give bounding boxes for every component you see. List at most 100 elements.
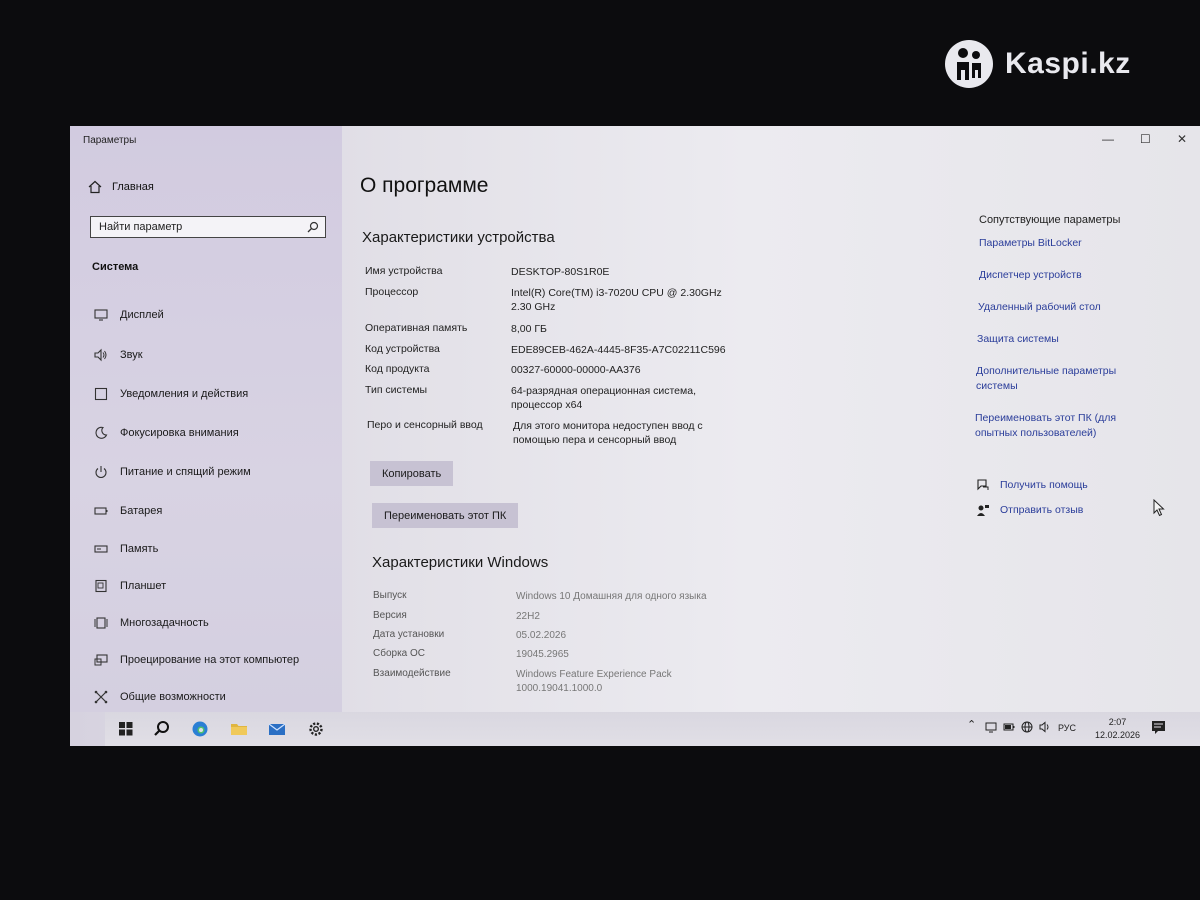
sidebar-item-display[interactable]: Дисплей xyxy=(94,308,164,322)
spec-value: Windows Feature Experience Pack 1000.190… xyxy=(516,669,672,694)
sidebar-item-label: Батарея xyxy=(120,505,163,517)
sidebar-item-label: Питание и спящий режим xyxy=(120,466,251,478)
sidebar-item-shared-experiences[interactable]: Общие возможности xyxy=(94,690,226,704)
sidebar-item-label: Планшет xyxy=(120,580,167,592)
mouse-cursor-icon xyxy=(1153,499,1165,517)
spec-label: Дата установки xyxy=(373,629,445,640)
link-system-protection[interactable]: Защита системы xyxy=(977,332,1147,347)
mail-icon[interactable] xyxy=(268,720,286,738)
section-label-system: Система xyxy=(92,261,139,273)
start-windows-icon[interactable] xyxy=(117,720,135,738)
link-bitlocker[interactable]: Параметры BitLocker xyxy=(979,236,1149,251)
spec-label: Выпуск xyxy=(373,590,407,601)
related-settings-title: Сопутствующие параметры xyxy=(979,214,1121,226)
clock-date: 12.02.2026 xyxy=(1095,730,1141,740)
spec-label: Оперативная память xyxy=(365,322,468,334)
kaspi-logo-icon xyxy=(945,40,993,88)
spec-value: Windows 10 Домашняя для одного языка xyxy=(516,591,707,602)
search-icon[interactable] xyxy=(307,221,319,233)
edge-browser-icon[interactable] xyxy=(191,720,209,738)
rename-pc-button[interactable]: Переименовать этот ПК xyxy=(372,503,519,528)
settings-gear-icon[interactable] xyxy=(307,720,325,738)
get-help-label: Получить помощь xyxy=(1000,479,1088,491)
action-center-icon[interactable] xyxy=(1151,720,1166,735)
spec-label: Имя устройства xyxy=(365,265,443,277)
sound-icon xyxy=(94,348,107,362)
feedback-icon xyxy=(977,505,989,516)
power-icon xyxy=(95,466,107,479)
sidebar-item-label: Память xyxy=(120,543,159,555)
main-content: О программе Характеристики устройства Им… xyxy=(360,126,960,712)
tray-battery-icon[interactable] xyxy=(1003,721,1015,733)
settings-window: Параметры Главная Система Дисплей Звук xyxy=(70,126,1200,746)
spec-label: Код продукта xyxy=(365,363,430,375)
sidebar-item-battery[interactable]: Батарея xyxy=(94,504,162,518)
sidebar: Параметры Главная Система Дисплей Звук xyxy=(70,126,342,712)
sidebar-item-label: Дисплей xyxy=(120,309,164,321)
multitasking-icon xyxy=(94,617,108,629)
get-help-link[interactable]: Получить помощь xyxy=(976,478,1088,492)
close-icon[interactable]: ✕ xyxy=(1177,132,1187,146)
home-label: Главная xyxy=(112,181,154,193)
clock[interactable]: 2:07 12.02.2026 xyxy=(1095,716,1140,742)
sidebar-item-focus-assist[interactable]: Фокусировка внимания xyxy=(94,426,239,440)
search-input[interactable] xyxy=(99,221,299,233)
help-chat-icon xyxy=(977,479,989,491)
spec-value: DESKTOP-80S1R0E xyxy=(511,266,610,278)
sidebar-item-label: Звук xyxy=(120,349,143,361)
link-rename-advanced[interactable]: Переименовать этот ПК (для опытных польз… xyxy=(975,411,1140,441)
link-advanced-system[interactable]: Дополнительные параметры системы xyxy=(976,364,1136,394)
link-remote-desktop[interactable]: Удаленный рабочий стол xyxy=(978,300,1148,315)
link-device-manager[interactable]: Диспетчер устройств xyxy=(979,268,1149,283)
tray-globe-icon[interactable] xyxy=(1021,721,1033,733)
tray-chevron-up-icon[interactable]: ⌃ xyxy=(967,718,976,731)
sidebar-item-multitasking[interactable]: Многозадачность xyxy=(94,616,209,630)
focus-assist-icon xyxy=(95,426,108,439)
sidebar-item-notifications[interactable]: Уведомления и действия xyxy=(94,387,248,401)
language-indicator[interactable]: РУС xyxy=(1058,723,1076,733)
display-icon xyxy=(94,309,108,321)
related-settings: Сопутствующие параметры Параметры BitLoc… xyxy=(975,126,1176,712)
clock-time: 2:07 xyxy=(1108,717,1127,727)
spec-value: Для этого монитора недоступен ввод с пом… xyxy=(513,420,703,446)
page-title: О программе xyxy=(360,174,489,197)
sidebar-item-projecting[interactable]: Проецирование на этот компьютер xyxy=(94,653,299,667)
kaspi-watermark: Kaspi.kz xyxy=(945,38,1185,90)
sidebar-item-tablet[interactable]: Планшет xyxy=(94,579,166,593)
sidebar-item-label: Проецирование на этот компьютер xyxy=(120,654,300,666)
home-link[interactable]: Главная xyxy=(88,180,154,194)
spec-value: Intel(R) Core(TM) i3-7020U CPU @ 2.30GHz… xyxy=(511,287,722,313)
search-icon[interactable] xyxy=(153,720,171,738)
spec-label: Процессор xyxy=(365,286,419,298)
spec-value: 05.02.2026 xyxy=(516,630,567,641)
spec-value: 8,00 ГБ xyxy=(511,323,547,335)
battery-icon xyxy=(94,507,108,515)
taskbar: ⌃ РУС 2:07 12.02.2026 xyxy=(105,712,1200,746)
spec-label: Тип системы xyxy=(365,384,428,396)
file-explorer-icon[interactable] xyxy=(230,720,248,738)
tray-volume-icon[interactable] xyxy=(1039,721,1051,733)
spec-label: Код устройства xyxy=(365,343,440,355)
sidebar-item-sound[interactable]: Звук xyxy=(94,348,143,362)
spec-value: 22H2 xyxy=(516,611,540,622)
spec-label: Сборка ОС xyxy=(373,648,426,659)
windows-specs-title: Характеристики Windows xyxy=(372,554,549,571)
send-feedback-link[interactable]: Отправить отзыв xyxy=(976,503,1083,517)
search-box[interactable] xyxy=(90,216,326,238)
device-specs-title: Характеристики устройства xyxy=(362,229,555,246)
tray-network-icon[interactable] xyxy=(985,721,997,733)
copy-button[interactable]: Копировать xyxy=(370,461,454,486)
spec-label: Версия xyxy=(373,610,407,621)
spec-value: EDE89CEB-462A-4445-8F35-A7C02211C596 xyxy=(511,344,726,356)
window-title: Параметры xyxy=(83,135,137,146)
spec-value: 64-разрядная операционная система, проце… xyxy=(511,385,697,411)
tablet-icon xyxy=(95,579,107,593)
sidebar-item-storage[interactable]: Память xyxy=(94,542,158,556)
shared-experiences-icon xyxy=(94,690,108,704)
send-feedback-label: Отправить отзыв xyxy=(1000,504,1084,516)
storage-icon xyxy=(94,545,108,553)
projecting-icon xyxy=(94,654,108,666)
sidebar-item-power[interactable]: Питание и спящий режим xyxy=(94,465,251,479)
sidebar-item-label: Уведомления и действия xyxy=(120,388,249,400)
spec-label: Перо и сенсорный ввод xyxy=(367,419,483,431)
